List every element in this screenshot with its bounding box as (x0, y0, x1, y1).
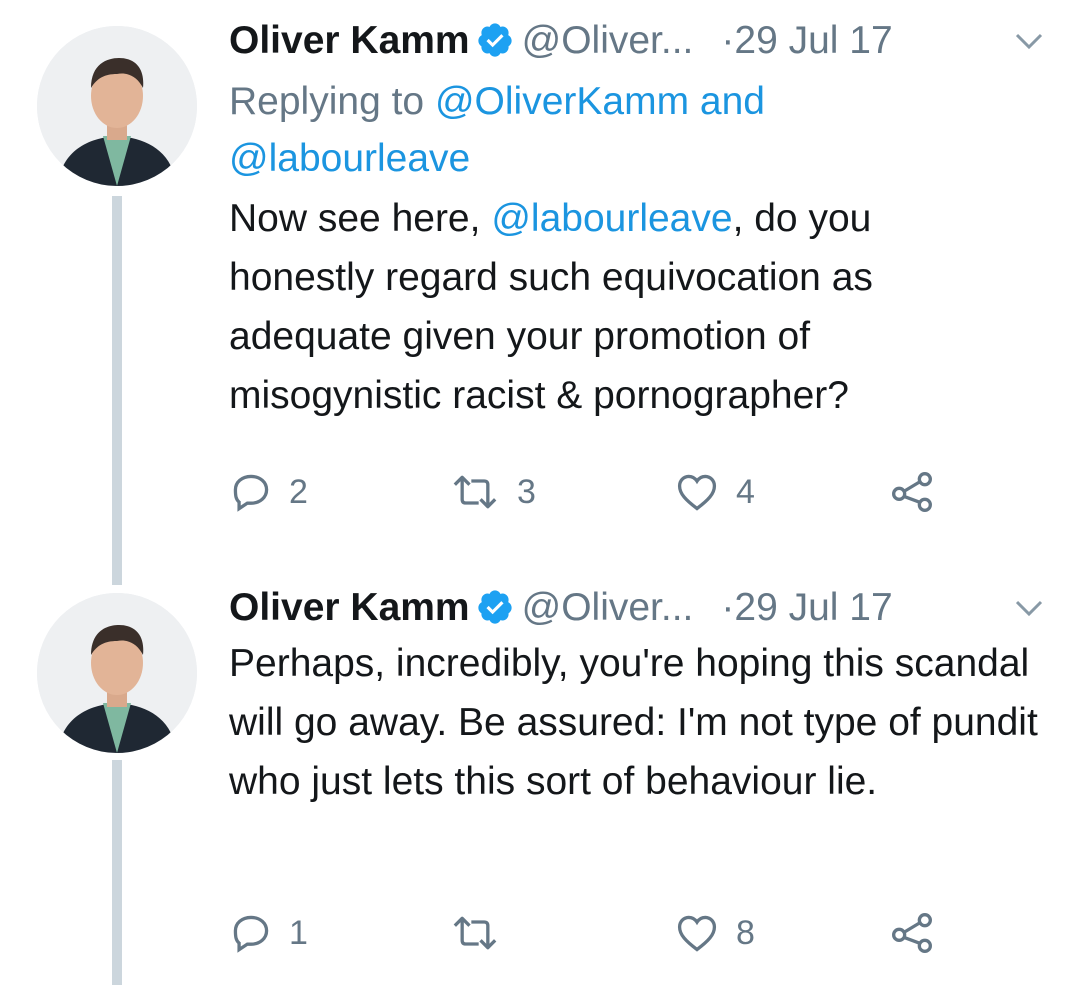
tweet-actions: 2 3 4 (229, 467, 989, 517)
thread-line (112, 196, 122, 585)
reply-button[interactable]: 1 (229, 908, 308, 958)
avatar[interactable] (37, 593, 197, 753)
retweet-icon (453, 475, 497, 509)
separator-dot: · (721, 19, 735, 62)
share-icon (892, 913, 932, 953)
user-handle[interactable]: @Oliver... (522, 15, 694, 67)
retweet-button[interactable] (449, 908, 517, 958)
tweet-text: Perhaps, incredibly, you're hoping this … (229, 642, 1038, 803)
avatar-photo (37, 26, 197, 186)
chevron-down-icon[interactable] (1014, 598, 1044, 618)
like-count: 4 (736, 472, 755, 511)
user-handle[interactable]: @Oliver... (522, 582, 694, 634)
verified-badge-icon (477, 590, 512, 624)
reply-bubble-icon (233, 915, 269, 953)
replying-and[interactable]: and (689, 80, 765, 123)
tweet-text-part: Now see here, (229, 197, 492, 240)
mention-link[interactable]: @OliverKamm (435, 80, 689, 123)
timestamp[interactable]: 29 Jul 17 (734, 582, 892, 634)
retweet-button[interactable]: 3 (449, 467, 536, 517)
retweet-icon (453, 916, 497, 950)
verified-badge-icon (477, 23, 512, 57)
share-icon (892, 472, 932, 512)
heart-icon (677, 474, 717, 511)
thread-line (112, 760, 122, 985)
like-button[interactable]: 4 (674, 467, 755, 517)
timestamp[interactable]: 29 Jul 17 (734, 15, 892, 67)
tweet-2[interactable]: Oliver Kamm @Oliver... ·29 Jul 17 Perhaps,… (0, 585, 1073, 985)
share-button[interactable] (889, 467, 935, 517)
mention-link[interactable]: @labourleave (229, 137, 470, 180)
tweet-header: Oliver Kamm @Oliver... ·29 Jul 17 (229, 582, 1053, 634)
reply-button[interactable]: 2 (229, 467, 308, 517)
separator-dot: · (721, 586, 735, 629)
tweet-text: Now see here, @labourleave, do you hones… (229, 189, 1019, 425)
display-name[interactable]: Oliver Kamm (229, 15, 470, 67)
tweet-header: Oliver Kamm @Oliver... ·29 Jul 17 (229, 15, 1053, 67)
like-count: 8 (736, 913, 755, 952)
replying-prefix: Replying to (229, 80, 435, 123)
retweet-count: 3 (517, 472, 536, 511)
share-button[interactable] (889, 908, 935, 958)
display-name[interactable]: Oliver Kamm (229, 582, 470, 634)
replying-to: Replying to @OliverKamm and @labourleave (229, 73, 1053, 187)
tweet-1[interactable]: Oliver Kamm @Oliver... ·29 Jul 17 Replying… (0, 0, 1073, 585)
mention-link[interactable]: @labourleave (491, 197, 732, 240)
like-button[interactable]: 8 (674, 908, 755, 958)
chevron-down-icon[interactable] (1014, 31, 1044, 51)
heart-icon (677, 915, 717, 952)
reply-count: 1 (289, 913, 308, 952)
avatar-photo (37, 593, 197, 753)
avatar[interactable] (37, 26, 197, 186)
reply-bubble-icon (233, 474, 269, 512)
reply-count: 2 (289, 472, 308, 511)
tweet-actions: 1 8 (229, 908, 989, 958)
